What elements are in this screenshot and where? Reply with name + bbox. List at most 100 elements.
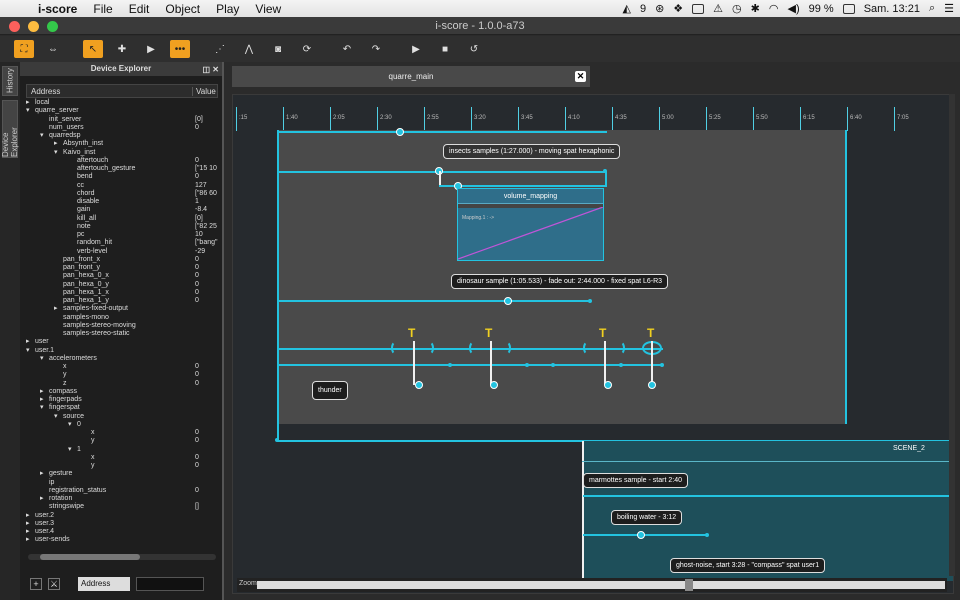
- mapping-start[interactable]: [439, 171, 441, 185]
- tree-row[interactable]: aftertouch 0: [26, 157, 218, 165]
- trigger-icon[interactable]: T: [485, 327, 492, 339]
- tree-row[interactable]: random_hit ["bang": [26, 239, 218, 247]
- float-icon[interactable]: ◫: [203, 65, 211, 74]
- volume-mapping-process[interactable]: volume_mapping Mapping.1 : ->: [457, 188, 604, 261]
- thunder-sync-3[interactable]: [604, 341, 606, 385]
- tree-node-value[interactable]: ["bang": [195, 239, 218, 247]
- boiling-end-dot[interactable]: [705, 533, 709, 537]
- thunder-end-dot-2[interactable]: [490, 381, 498, 389]
- tree-node-value[interactable]: 0: [195, 380, 199, 388]
- tree-node-value[interactable]: []: [195, 503, 199, 511]
- thunder-event-dot[interactable]: [525, 363, 529, 367]
- dropbox-icon[interactable]: ❖: [673, 2, 683, 15]
- adobe-icon[interactable]: ◭: [622, 2, 630, 15]
- tree-node-value[interactable]: ["86 60: [195, 190, 217, 198]
- reinit-icon[interactable]: ↺: [464, 40, 484, 58]
- tree-arrow-icon[interactable]: ▾: [40, 355, 49, 363]
- thunder-event-dot[interactable]: [448, 363, 452, 367]
- tree-node-value[interactable]: 0: [195, 363, 199, 371]
- sequence-tool-icon[interactable]: •••: [170, 40, 190, 58]
- marmottes-constraint[interactable]: [583, 495, 953, 497]
- tree-row[interactable]: stringswipe []: [26, 503, 218, 511]
- tree-node-value[interactable]: 0: [195, 297, 199, 305]
- menu-view[interactable]: View: [247, 2, 289, 16]
- battery-icon[interactable]: [842, 3, 855, 14]
- tree-row[interactable]: ▸ user: [26, 338, 218, 346]
- insects-constraint[interactable]: [277, 131, 607, 133]
- tree-row[interactable]: init_server [0]: [26, 116, 218, 124]
- tree-row[interactable]: cc 127: [26, 182, 218, 190]
- insects-end-dot[interactable]: [603, 169, 607, 173]
- column-address[interactable]: Address: [27, 86, 193, 96]
- scenario-canvas[interactable]: :15 1:40 2:05 2:30 2:55 3:20 3:45 4:10 4:35 5:00 5…: [232, 94, 954, 594]
- tree-row[interactable]: ▾ source: [26, 413, 218, 421]
- tree-arrow-icon[interactable]: ▸: [40, 396, 49, 404]
- tree-arrow-icon[interactable]: ▾: [54, 413, 63, 421]
- thunder-sync-4[interactable]: [651, 341, 653, 385]
- tree-arrow-icon[interactable]: ▾: [68, 421, 77, 429]
- curve-points-icon[interactable]: ⋰: [210, 40, 230, 58]
- tree-row[interactable]: samples-stereo-moving: [26, 322, 218, 330]
- dinosaur-dot[interactable]: [504, 297, 512, 305]
- thunder-sync-1[interactable]: [413, 341, 415, 385]
- tree-arrow-icon[interactable]: ▸: [40, 470, 49, 478]
- tree-row[interactable]: kill_all [0]: [26, 215, 218, 223]
- insects-label[interactable]: insects samples (1:27.000) - moving spat…: [443, 144, 621, 159]
- tree-row[interactable]: pan_hexa_1_x 0: [26, 289, 218, 297]
- refresh-icon[interactable]: ⟳: [297, 40, 317, 58]
- tree-row[interactable]: ▾ quarredsp: [26, 132, 218, 140]
- thunder-end-dot-1[interactable]: [415, 381, 423, 389]
- filter-select[interactable]: Address: [78, 577, 130, 591]
- menu-file[interactable]: File: [85, 2, 120, 16]
- thunder-event-dot[interactable]: [660, 363, 664, 367]
- curve-tool-icon[interactable]: ⋀: [239, 40, 259, 58]
- thunder-label[interactable]: thunder: [312, 381, 348, 400]
- warning-icon[interactable]: ⚠: [713, 2, 723, 15]
- tree-row[interactable]: ▾ 1: [26, 446, 218, 454]
- tree-scrollbar[interactable]: [28, 554, 216, 560]
- tab-history[interactable]: History: [2, 66, 18, 96]
- bluetooth-icon[interactable]: ✱: [751, 2, 760, 15]
- tree-row[interactable]: num_users 0: [26, 124, 218, 132]
- tree-row[interactable]: y0: [26, 437, 218, 445]
- tree-arrow-icon[interactable]: ▸: [26, 99, 35, 107]
- tab-quarre-main[interactable]: quarre_main ✕: [232, 66, 590, 87]
- status-a9[interactable]: 9: [640, 3, 646, 15]
- tree-node-value[interactable]: [0]: [195, 116, 203, 124]
- tree-node-value[interactable]: 127: [195, 182, 207, 190]
- trigger-icon[interactable]: T: [599, 327, 606, 339]
- tree-arrow-icon[interactable]: ▸: [54, 305, 63, 313]
- timeline-ruler[interactable]: :15 1:40 2:05 2:30 2:55 3:20 3:45 4:10 4:35 5:00 5…: [233, 107, 953, 131]
- pointer-tool-icon[interactable]: ↖: [83, 40, 103, 58]
- tree-row[interactable]: y0: [26, 462, 218, 470]
- time-machine-icon[interactable]: ◷: [732, 2, 742, 15]
- tree-row[interactable]: ▸ local: [26, 99, 218, 107]
- tree-row[interactable]: pan_hexa_0_x 0: [26, 272, 218, 280]
- tree-node-value[interactable]: 0: [195, 487, 199, 495]
- tree-arrow-icon[interactable]: ▾: [40, 404, 49, 412]
- tree-arrow-icon[interactable]: ▸: [26, 338, 35, 346]
- boiling-dot[interactable]: [637, 531, 645, 539]
- menu-app-name[interactable]: i-score: [30, 2, 85, 16]
- filter-input[interactable]: [136, 577, 204, 591]
- tree-row[interactable]: ▾ accelerometers: [26, 355, 218, 363]
- start-timesync[interactable]: [277, 130, 279, 440]
- dinosaur-end-dot[interactable]: [588, 299, 592, 303]
- tree-row[interactable]: ▸ samples-fixed-output: [26, 305, 218, 313]
- tree-node-value[interactable]: 0: [195, 371, 199, 379]
- trigger-icon[interactable]: T: [647, 327, 654, 339]
- tree-node-value[interactable]: 0: [195, 256, 199, 264]
- tree-row[interactable]: z0: [26, 380, 218, 388]
- select-tool-icon[interactable]: ⛶: [14, 40, 34, 58]
- zoom-slider[interactable]: [257, 581, 945, 589]
- tree-node-value[interactable]: ["82 25: [195, 223, 217, 231]
- tree-row[interactable]: ▸ user.2: [26, 512, 218, 520]
- tree-node-value[interactable]: 0: [195, 454, 199, 462]
- tree-arrow-icon[interactable]: ▸: [26, 512, 35, 520]
- tree-row[interactable]: pan_front_x 0: [26, 256, 218, 264]
- tree-arrow-icon[interactable]: ▸: [40, 495, 49, 503]
- tree-row[interactable]: aftertouch_gesture ["15 10: [26, 165, 218, 173]
- tree-node-value[interactable]: -8.4: [195, 206, 207, 214]
- thunder-end-dot-4[interactable]: [648, 381, 656, 389]
- edit-device-button[interactable]: ⚔: [48, 578, 60, 590]
